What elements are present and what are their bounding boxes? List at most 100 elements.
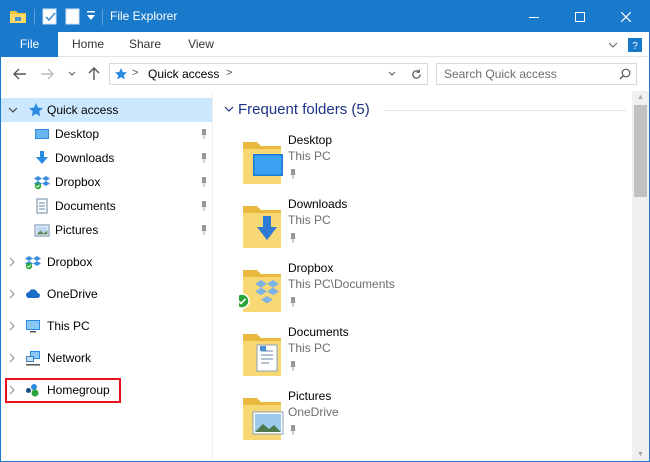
arrow-right-icon [41, 68, 54, 80]
nav-label: Downloads [55, 151, 115, 165]
new-folder-icon[interactable] [65, 8, 81, 28]
nav-item-network[interactable]: Network [1, 346, 212, 370]
nav-item-this-pc[interactable]: This PC [1, 314, 212, 338]
recent-locations-button[interactable] [63, 65, 81, 83]
nav-label: Dropbox [55, 175, 101, 189]
pin-icon [290, 169, 296, 179]
back-button[interactable] [11, 65, 29, 83]
folder-location: This PC [288, 213, 331, 227]
folder-documents-icon [243, 334, 281, 376]
folder-location: This PC [288, 149, 331, 163]
nav-item-desktop[interactable]: Desktop [1, 122, 212, 146]
expand-ribbon-button[interactable] [605, 32, 621, 57]
pin-icon [290, 361, 296, 371]
refresh-icon [411, 68, 421, 79]
ribbon: File Home Share View ? [1, 32, 649, 57]
nav-item-quick-access[interactable]: Quick access [1, 98, 212, 122]
pin-icon [201, 225, 207, 235]
title-separator [34, 9, 35, 25]
customize-quick-access-icon[interactable] [86, 10, 96, 25]
pin-icon [201, 201, 207, 211]
chevron-right-icon [9, 257, 15, 267]
tab-home[interactable]: Home [64, 32, 112, 57]
title-bar[interactable]: File Explorer [1, 1, 649, 32]
chevron-down-icon [68, 71, 76, 76]
nav-label: Dropbox [47, 255, 93, 269]
pictures-icon [34, 224, 50, 237]
folder-name: Dropbox [288, 261, 334, 275]
chevron-right-icon [9, 289, 15, 299]
folder-tile-downloads[interactable]: Downloads This PC [239, 196, 439, 260]
close-icon [621, 11, 631, 22]
computer-icon [26, 320, 40, 333]
nav-item-pictures[interactable]: Pictures [1, 218, 212, 242]
tab-file[interactable]: File [1, 32, 58, 57]
refresh-button[interactable] [405, 64, 427, 84]
nav-item-dropbox[interactable]: Dropbox [1, 250, 212, 274]
nav-item-dropbox-pinned[interactable]: Dropbox [1, 170, 212, 194]
section-collapse-icon[interactable] [224, 104, 234, 114]
properties-icon[interactable] [42, 8, 58, 28]
vertical-scrollbar[interactable]: ▲ ▼ [632, 91, 649, 461]
file-explorer-window: File Explorer File Home Share View ? > Q… [0, 0, 650, 462]
folder-name: Documents [288, 325, 349, 339]
folder-tile-documents[interactable]: Documents This PC [239, 324, 439, 388]
nav-item-onedrive[interactable]: OneDrive [1, 282, 212, 306]
folder-desktop-icon [243, 142, 283, 184]
up-button[interactable] [85, 65, 103, 83]
folder-tile-pictures[interactable]: Pictures OneDrive [239, 388, 439, 452]
folder-location: This PC [288, 341, 331, 355]
nav-label: This PC [47, 319, 90, 333]
tab-share[interactable]: Share [121, 32, 169, 57]
nav-label: Pictures [55, 223, 99, 237]
pin-icon [201, 129, 207, 139]
scroll-up-button[interactable]: ▲ [632, 91, 649, 104]
chevron-down-icon [8, 107, 18, 113]
folder-downloads-icon [243, 206, 281, 248]
forward-button[interactable] [38, 65, 56, 83]
folder-name: Pictures [288, 389, 332, 403]
address-bar[interactable]: > Quick access > [109, 63, 428, 85]
chevron-down-icon [388, 71, 396, 76]
nav-label: Quick access [47, 103, 119, 117]
close-button[interactable] [603, 1, 649, 32]
minimize-button[interactable] [511, 1, 557, 32]
help-button[interactable]: ? [627, 32, 643, 57]
scrollbar-thumb[interactable] [634, 105, 647, 197]
content-pane: Frequent folders (5) Desktop This PC Dow… [219, 91, 632, 461]
folder-location: OneDrive [288, 405, 339, 419]
chevron-right-icon [9, 353, 15, 363]
help-icon: ? [628, 37, 642, 52]
scroll-down-button[interactable]: ▼ [632, 448, 649, 461]
minimize-icon [529, 16, 539, 18]
folder-location: This PC\Documents [288, 277, 395, 291]
address-dropdown-button[interactable] [382, 64, 402, 84]
downloads-icon [36, 151, 48, 164]
folder-dropbox-icon [239, 270, 281, 312]
pin-icon [290, 425, 296, 435]
chevron-down-icon [608, 42, 618, 48]
pin-icon [290, 233, 296, 243]
breadcrumb-quick-access[interactable]: Quick access [148, 67, 219, 81]
maximize-icon [575, 11, 585, 22]
section-title-frequent-folders[interactable]: Frequent folders (5) [238, 101, 370, 118]
onedrive-cloud-icon [26, 289, 40, 298]
search-field[interactable]: Search Quick access [436, 63, 637, 85]
title-separator [102, 9, 103, 25]
pin-icon [290, 297, 296, 307]
nav-item-downloads[interactable]: Downloads [1, 146, 212, 170]
folder-tile-dropbox[interactable]: Dropbox This PC\Documents [239, 260, 439, 324]
tab-view[interactable]: View [177, 32, 225, 57]
dropbox-icon [25, 256, 41, 270]
homegroup-highlight-box [5, 378, 121, 403]
window-title: File Explorer [110, 9, 178, 23]
folder-name: Downloads [288, 197, 348, 211]
breadcrumb-chevron-icon[interactable]: > [226, 67, 232, 79]
folder-tile-desktop[interactable]: Desktop This PC [239, 132, 439, 196]
maximize-button[interactable] [557, 1, 603, 32]
folder-app-icon[interactable] [9, 8, 27, 27]
navigation-bar: > Quick access > Search Quick access [1, 57, 649, 91]
nav-item-documents[interactable]: Documents [1, 194, 212, 218]
breadcrumb-chevron-icon[interactable]: > [132, 67, 138, 79]
search-placeholder[interactable]: Search Quick access [444, 67, 557, 81]
